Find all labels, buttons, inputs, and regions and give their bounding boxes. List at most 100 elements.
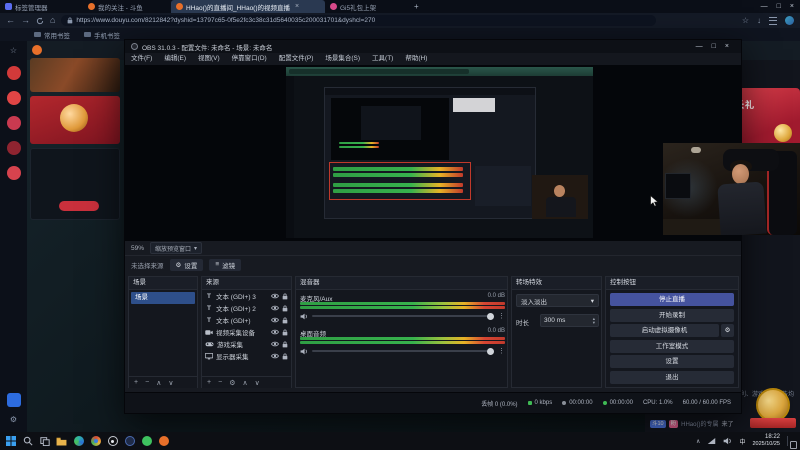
bookmark-star-icon[interactable]: ☆ [742, 13, 749, 28]
subscribe-button[interactable] [59, 201, 99, 211]
shortcut-icon-4[interactable] [6, 141, 21, 155]
source-properties-icon[interactable]: ⚙ [229, 379, 235, 387]
source-row[interactable]: 游戏采集 [202, 338, 291, 350]
transitions-dock-title[interactable]: 转场特效 [512, 277, 601, 290]
gift-promo-card[interactable] [30, 96, 120, 144]
network-icon[interactable] [707, 437, 716, 445]
virtual-camera-config-icon[interactable]: ⚙ [721, 324, 734, 337]
volume-slider[interactable] [312, 312, 494, 320]
eye-icon[interactable] [271, 353, 279, 359]
game-ad-banner[interactable] [30, 58, 120, 92]
lock-icon[interactable] [282, 353, 288, 360]
shortcut-icon-5[interactable] [6, 166, 21, 180]
add-source-icon[interactable]: + [207, 379, 211, 386]
menu-view[interactable]: 视图(V) [192, 53, 226, 65]
tab-live-room-active[interactable]: HHao()的直播间_HHao()的视频直播 × [171, 0, 325, 13]
sources-dock-title[interactable]: 来源 [202, 277, 291, 290]
scene-item[interactable]: 场景 [131, 292, 195, 304]
tab-followed[interactable]: 我的关注 - 斗鱼 [83, 0, 171, 13]
volume-slider[interactable] [312, 347, 494, 355]
speaker-icon[interactable] [300, 313, 308, 320]
speaker-icon[interactable] [300, 348, 308, 355]
task-view-icon[interactable] [38, 435, 51, 448]
user-avatar[interactable] [785, 16, 794, 25]
scenes-dock-title[interactable]: 场景 [129, 277, 197, 290]
channel-menu-icon[interactable]: ⋮ [498, 312, 505, 320]
move-scene-down-icon[interactable]: ∨ [168, 379, 173, 387]
bookmark-common[interactable]: 常用书签 [34, 30, 70, 40]
eye-icon[interactable] [271, 305, 279, 311]
source-row[interactable]: T 文本 (GDI+) 2 [202, 302, 291, 314]
start-button[interactable] [4, 435, 17, 448]
menu-scene-collection[interactable]: 场景集合(S) [319, 53, 366, 65]
volume-icon[interactable] [723, 437, 732, 445]
settings-button[interactable]: 设置 [610, 355, 734, 368]
chrome-browser-icon[interactable] [89, 435, 102, 448]
move-scene-up-icon[interactable]: ∧ [156, 379, 161, 387]
ime-indicator[interactable]: 中 [739, 437, 745, 446]
studio-mode-button[interactable]: 工作室模式 [610, 339, 734, 353]
maximize-icon[interactable]: □ [777, 3, 781, 10]
obs-preview[interactable] [125, 65, 741, 241]
clock[interactable]: 18:22 2025/10/25 [752, 434, 780, 448]
favorites-star-icon[interactable]: ☆ [10, 46, 17, 55]
move-source-up-icon[interactable]: ∧ [242, 379, 247, 387]
sidebar-app-icon[interactable] [6, 393, 21, 407]
menu-help[interactable]: 帮助(H) [399, 53, 433, 65]
lock-icon[interactable] [282, 293, 288, 300]
obs-maximize-icon[interactable]: □ [712, 43, 716, 50]
lock-icon[interactable] [282, 317, 288, 324]
menu-tools[interactable]: 工具(T) [366, 53, 399, 65]
edge-browser-icon[interactable] [72, 435, 85, 448]
search-icon[interactable] [21, 435, 34, 448]
add-scene-icon[interactable]: + [134, 379, 138, 386]
tab-manager[interactable]: 标签管理器 [0, 0, 83, 13]
controls-dock-title[interactable]: 控制按钮 [606, 277, 738, 290]
zoom-window-combo[interactable]: 缩放预览窗口 ▾ [150, 242, 203, 254]
eye-icon[interactable] [271, 317, 279, 323]
douyu-app-icon[interactable] [157, 435, 170, 448]
shortcut-icon-1[interactable] [6, 66, 21, 80]
home-icon[interactable]: ⌂ [50, 13, 55, 28]
obs-minimize-icon[interactable]: — [696, 43, 703, 50]
obs-close-icon[interactable]: × [725, 43, 729, 50]
transition-select[interactable]: 淡入淡出 ▾ [516, 294, 599, 307]
move-source-down-icon[interactable]: ∨ [255, 379, 260, 387]
eye-icon[interactable] [271, 329, 279, 335]
url-box[interactable]: https://www.douyu.com/8212842?dyshid=137… [61, 15, 657, 26]
remove-source-icon[interactable]: − [218, 379, 222, 386]
spin-arrows[interactable]: ▴ ▾ [593, 316, 595, 325]
source-row[interactable]: 显示器采集 [202, 350, 291, 362]
virtual-camera-button[interactable]: 启动虚拟摄像机 [610, 324, 719, 337]
refresh-icon[interactable] [36, 17, 44, 25]
remove-scene-icon[interactable]: − [145, 379, 149, 386]
close-tab-icon[interactable]: × [295, 3, 299, 10]
mixer-dock-title[interactable]: 混音器 [296, 277, 507, 290]
menu-edit[interactable]: 编辑(E) [158, 53, 192, 65]
menu-file[interactable]: 文件(F) [125, 53, 158, 65]
settings-gear-icon[interactable]: ⚙ [10, 415, 17, 424]
channel-menu-icon[interactable]: ⋮ [498, 347, 505, 355]
back-icon[interactable]: ← [6, 13, 15, 28]
obs-app-icon[interactable] [106, 435, 119, 448]
stop-streaming-button[interactable]: 停止直播 [610, 293, 734, 306]
source-row[interactable]: T 文本 (GDI+) [202, 314, 291, 326]
menu-icon[interactable] [769, 16, 777, 25]
duration-spinbox[interactable]: 300 ms ▴ ▾ [540, 314, 599, 327]
close-icon[interactable]: × [790, 3, 794, 10]
shortcut-icon-3[interactable] [6, 116, 21, 130]
new-tab-button[interactable]: + [409, 0, 424, 13]
source-row[interactable]: T 文本 (GDI+) 3 [202, 290, 291, 302]
filters-button[interactable]: ≡ 滤镜 [209, 258, 242, 271]
shortcut-icon-2[interactable] [6, 91, 21, 105]
tab-gift[interactable]: Gi5礼包上架 [325, 0, 409, 13]
lock-icon[interactable] [282, 329, 288, 336]
eye-icon[interactable] [271, 293, 279, 299]
bookmark-mobile[interactable]: 手机书签 [84, 30, 120, 40]
forward-icon[interactable]: → [21, 13, 30, 28]
slider-knob[interactable] [487, 347, 494, 355]
menu-profile[interactable]: 配置文件(P) [273, 53, 320, 65]
tray-expand-icon[interactable]: ∧ [696, 438, 700, 445]
wechat-app-icon[interactable] [140, 435, 153, 448]
lock-icon[interactable] [282, 341, 288, 348]
